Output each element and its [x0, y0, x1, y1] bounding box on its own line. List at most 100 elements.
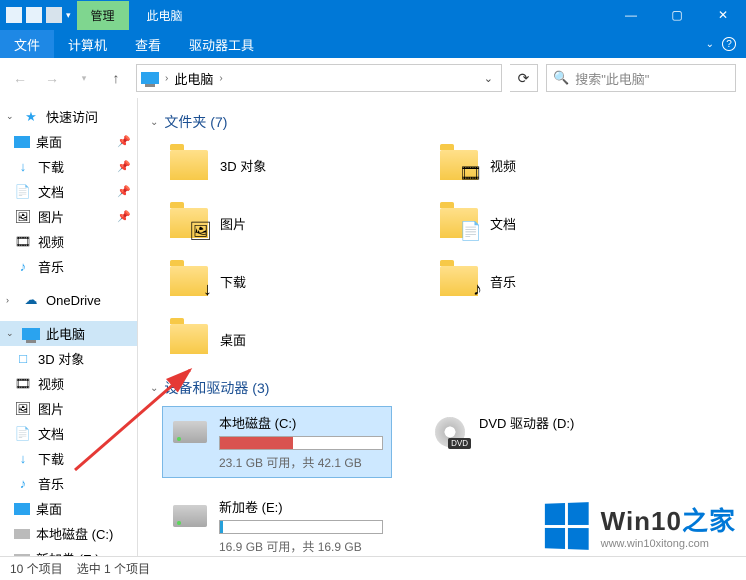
- expand-icon[interactable]: ›: [6, 295, 16, 305]
- sidebar-item-documents[interactable]: 文档: [0, 421, 137, 446]
- star-icon: [22, 109, 40, 125]
- this-pc-icon: [22, 328, 40, 340]
- section-label: 设备和驱动器 (3): [164, 378, 269, 398]
- folder-icon: ↓: [168, 260, 210, 302]
- expand-icon[interactable]: ⌄: [6, 111, 16, 122]
- up-button[interactable]: ↑: [104, 66, 128, 90]
- sidebar-onedrive[interactable]: › OneDrive: [0, 289, 137, 311]
- drive-capacity-text: 23.1 GB 可用，共 42.1 GB: [219, 454, 383, 471]
- sidebar-item-label: 桌面: [36, 132, 62, 151]
- history-dropdown-icon[interactable]: ▾: [72, 66, 96, 90]
- sidebar-item-downloads[interactable]: 下载📌: [0, 154, 137, 179]
- capacity-bar: [219, 520, 383, 534]
- folder-item[interactable]: 📄文档: [432, 198, 662, 248]
- breadcrumb-chevron-icon[interactable]: ›: [165, 73, 168, 84]
- qat-icon[interactable]: [46, 7, 62, 23]
- ribbon-tab-view[interactable]: 查看: [121, 30, 175, 58]
- folder-icon: 🖼: [168, 202, 210, 244]
- file-menu[interactable]: 文件: [0, 30, 54, 58]
- sidebar-item-videos[interactable]: 视频: [0, 371, 137, 396]
- breadcrumb-this-pc[interactable]: 此电脑: [174, 69, 213, 88]
- folder-label: 视频: [490, 156, 516, 175]
- search-box[interactable]: 🔍 搜索"此电脑": [546, 64, 736, 92]
- sidebar-item-label: 本地磁盘 (C:): [36, 524, 113, 543]
- quick-access-toolbar: ▾: [0, 0, 77, 30]
- sidebar-item-pictures[interactable]: 图片: [0, 396, 137, 421]
- drive-item[interactable]: DVD 驱动器 (D:): [422, 406, 652, 478]
- sidebar-label: 此电脑: [46, 324, 85, 343]
- folder-item[interactable]: ↓下载: [162, 256, 392, 306]
- sidebar-item-drive-e[interactable]: 新加卷 (E:): [0, 546, 137, 556]
- sidebar-this-pc[interactable]: ⌄ 此电脑: [0, 321, 137, 346]
- back-button[interactable]: ←: [8, 66, 32, 90]
- close-button[interactable]: ✕: [700, 0, 746, 30]
- search-placeholder: 搜索"此电脑": [575, 69, 649, 88]
- music-icon: [14, 259, 32, 275]
- drive-item[interactable]: 本地磁盘 (C:)23.1 GB 可用，共 42.1 GB: [162, 406, 392, 478]
- sidebar-item-pictures[interactable]: 图片📌: [0, 204, 137, 229]
- sidebar-item-3d-objects[interactable]: 3D 对象: [0, 346, 137, 371]
- sidebar-item-videos[interactable]: 视频: [0, 229, 137, 254]
- help-icon[interactable]: ?: [722, 37, 736, 51]
- windows-logo-icon: [545, 502, 589, 550]
- explorer-icon: [6, 7, 22, 23]
- pin-icon: 📌: [117, 210, 131, 223]
- sidebar-item-desktop[interactable]: 桌面: [0, 496, 137, 521]
- folder-item[interactable]: 🎞 视频: [432, 140, 662, 190]
- contextual-tab-manage[interactable]: 管理: [77, 1, 129, 30]
- cloud-icon: [22, 292, 40, 308]
- watermark: Win10之家 www.win10xitong.com: [543, 501, 736, 550]
- ribbon-tab-computer[interactable]: 计算机: [54, 30, 121, 58]
- sidebar-item-drive-c[interactable]: 本地磁盘 (C:): [0, 521, 137, 546]
- content-pane[interactable]: ⌄ 文件夹 (7) 3D 对象 🎞 视频 🖼图片 📄文档 ↓下载 ♪音乐桌面 ⌄ 设备和驱动…: [138, 98, 746, 556]
- section-header-drives[interactable]: ⌄ 设备和驱动器 (3): [146, 374, 746, 406]
- watermark-brand: Win10: [601, 506, 682, 536]
- sidebar-quick-access[interactable]: ⌄ 快速访问: [0, 104, 137, 129]
- folder-label: 桌面: [220, 330, 246, 349]
- sidebar-item-label: 文档: [38, 424, 64, 443]
- collapse-icon[interactable]: ⌄: [150, 117, 158, 128]
- drive-capacity-text: 16.9 GB 可用，共 16.9 GB: [219, 538, 383, 555]
- sidebar-item-label: 图片: [38, 399, 64, 418]
- sidebar-item-music[interactable]: 音乐: [0, 471, 137, 496]
- sidebar-item-downloads[interactable]: 下载: [0, 446, 137, 471]
- minimize-button[interactable]: —: [608, 0, 654, 30]
- sidebar-item-documents[interactable]: 文档📌: [0, 179, 137, 204]
- drive-item[interactable]: 新加卷 (E:)16.9 GB 可用，共 16.9 GB: [162, 490, 392, 556]
- sidebar-item-desktop[interactable]: 桌面 📌: [0, 129, 137, 154]
- folder-item[interactable]: 3D 对象: [162, 140, 392, 190]
- ribbon-collapse-icon[interactable]: ⌄: [706, 39, 714, 50]
- expand-icon[interactable]: ⌄: [6, 328, 16, 339]
- hdd-icon: [173, 505, 207, 527]
- picture-icon: [14, 401, 32, 417]
- qat-dropdown-icon[interactable]: ▾: [66, 10, 71, 21]
- qat-icon[interactable]: [26, 7, 42, 23]
- address-dropdown-icon[interactable]: ⌄: [484, 72, 493, 85]
- sidebar-item-label: 文档: [38, 182, 64, 201]
- section-header-folders[interactable]: ⌄ 文件夹 (7): [146, 108, 746, 140]
- forward-button[interactable]: →: [40, 66, 64, 90]
- sidebar-item-label: 音乐: [38, 474, 64, 493]
- folder-icon: 📄: [438, 202, 480, 244]
- folder-icon: 🎞: [438, 144, 480, 186]
- maximize-button[interactable]: ▢: [654, 0, 700, 30]
- drive-name: DVD 驱动器 (D:): [479, 413, 643, 432]
- title-bar: ▾ 管理 此电脑 — ▢ ✕: [0, 0, 746, 30]
- collapse-icon[interactable]: ⌄: [150, 383, 158, 394]
- refresh-button[interactable]: ⟳: [510, 64, 538, 92]
- folder-item[interactable]: ♪音乐: [432, 256, 662, 306]
- folder-item[interactable]: 🖼图片: [162, 198, 392, 248]
- sidebar-item-label: 音乐: [38, 257, 64, 276]
- desktop-icon: [14, 503, 30, 515]
- navigation-pane[interactable]: ⌄ 快速访问 桌面📌 下载📌 文档📌 图片📌 视频 音乐 › OneDrive …: [0, 98, 138, 556]
- ribbon-tab-drive-tools[interactable]: 驱动器工具: [175, 30, 268, 58]
- dvd-icon: [435, 417, 465, 447]
- sidebar-item-music[interactable]: 音乐: [0, 254, 137, 279]
- folder-item[interactable]: 桌面: [162, 314, 392, 364]
- pin-icon: 📌: [117, 135, 131, 148]
- folder-icon: [168, 144, 210, 186]
- address-bar[interactable]: › 此电脑 › ⌄: [136, 64, 502, 92]
- search-icon: 🔍: [553, 70, 569, 86]
- breadcrumb-chevron-icon[interactable]: ›: [219, 73, 222, 84]
- this-pc-icon: [141, 72, 159, 84]
